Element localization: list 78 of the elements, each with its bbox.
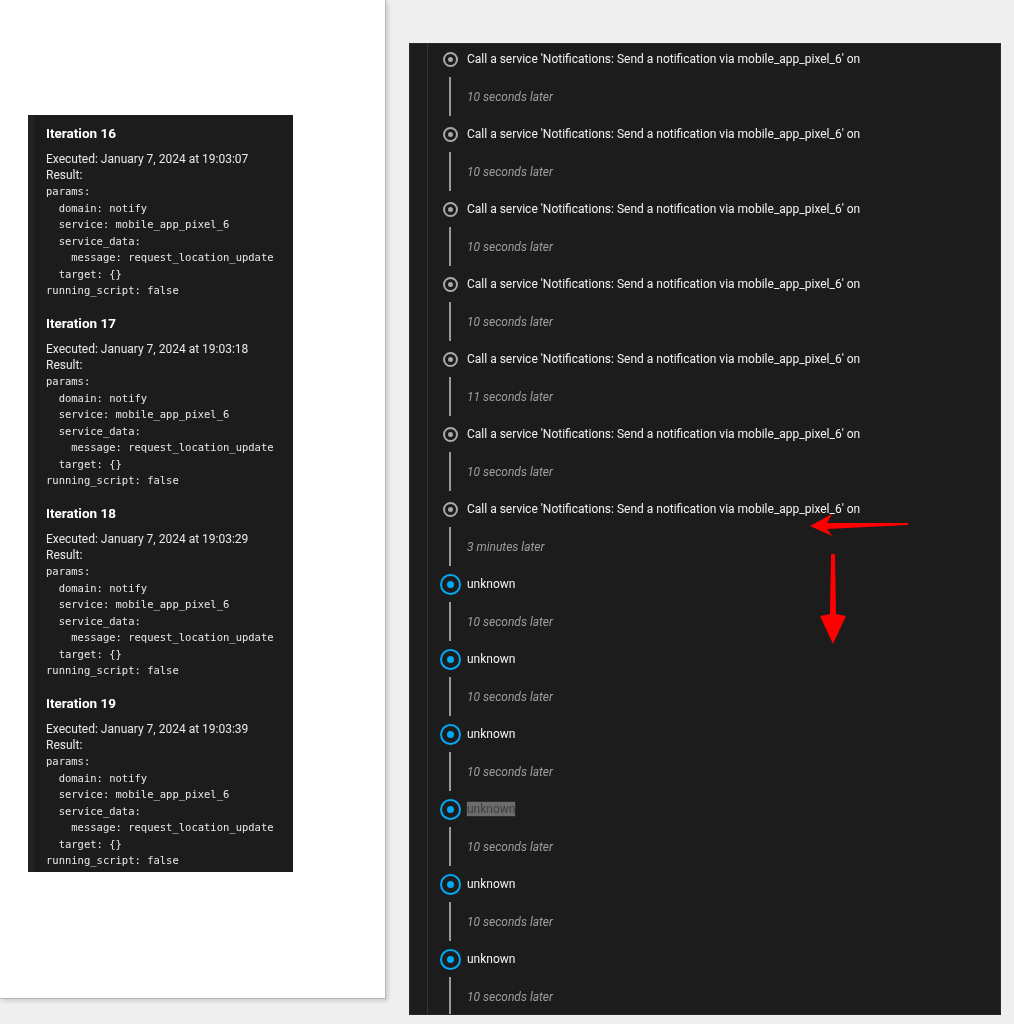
state-marker-icon [439, 723, 461, 745]
step-label[interactable]: Call a service 'Notifications: Send a notification via mobile_app_pixel_6' on [467, 277, 861, 291]
step-label[interactable]: Call a service 'Notifications: Send a notification via mobile_app_pixel_6' on [467, 352, 861, 366]
result-line: domain: notify [57, 770, 148, 786]
delay-text: 10 seconds later [467, 914, 555, 929]
step-label[interactable]: Call a service 'Notifications: Send a notification via mobile_app_pixel_6' on [467, 52, 861, 66]
result-line: message: request_location_update [70, 440, 274, 456]
delay-text: 10 seconds later [467, 239, 555, 254]
delay-text: 10 seconds later [467, 689, 555, 704]
result-line: service: mobile_app_pixel_6 [57, 407, 230, 423]
result-line: message: request_location_update [70, 820, 274, 836]
result-line: running_script: false [46, 283, 179, 299]
delay-text: 10 seconds later [467, 464, 555, 479]
executed-time: Executed: January 7, 2024 at 19:03:07 [46, 151, 250, 167]
result-label: Result: [46, 357, 84, 373]
state-marker-icon [439, 648, 461, 670]
result-line: params: [46, 374, 91, 389]
iteration-title: Iteration 17 [46, 314, 117, 333]
result-line: service: mobile_app_pixel_6 [57, 787, 230, 803]
result-line: params: [46, 754, 91, 769]
step-marker-icon [442, 51, 458, 67]
state-label[interactable]: unknown [467, 727, 516, 741]
executed-time: Executed: January 7, 2024 at 19:03:39 [46, 721, 250, 737]
step-marker-icon [442, 276, 458, 292]
step-label[interactable]: Call a service 'Notifications: Send a notification via mobile_app_pixel_6' on [467, 427, 861, 441]
step-marker-icon [442, 501, 458, 517]
delay-text: 10 seconds later [467, 989, 555, 1004]
result-line: target: {} [57, 646, 122, 662]
delay-text: 10 seconds later [467, 164, 555, 179]
delay-text: 10 seconds later [467, 314, 555, 329]
result-line: message: request_location_update [70, 630, 274, 646]
state-label[interactable]: unknown [467, 577, 516, 591]
state-label[interactable]: unknown [467, 952, 516, 966]
result-line: service: mobile_app_pixel_6 [57, 597, 230, 613]
result-line: running_script: false [46, 853, 179, 869]
result-line: target: {} [57, 456, 122, 472]
result-label: Result: [46, 547, 84, 563]
step-label[interactable]: Call a service 'Notifications: Send a notification via mobile_app_pixel_6' on [467, 127, 861, 141]
result-line: domain: notify [57, 200, 148, 216]
state-marker-icon [439, 798, 461, 820]
result-line: params: [46, 184, 91, 199]
iteration-title: Iteration 16 [46, 124, 117, 143]
step-marker-icon [442, 201, 458, 217]
result-line: service_data: [57, 803, 141, 819]
result-line: service_data: [57, 233, 141, 249]
result-line: service: mobile_app_pixel_6 [57, 217, 230, 233]
executed-time: Executed: January 7, 2024 at 19:03:18 [46, 341, 250, 357]
result-line: service_data: [57, 613, 141, 629]
result-line: params: [46, 564, 91, 579]
result-line: domain: notify [57, 390, 148, 406]
result-line: domain: notify [57, 580, 148, 596]
step-marker-icon [442, 351, 458, 367]
state-label[interactable]: unknown [467, 877, 516, 891]
result-line: target: {} [57, 266, 122, 282]
result-line: service_data: [57, 423, 141, 439]
step-marker-icon [442, 426, 458, 442]
state-marker-icon [439, 573, 461, 595]
delay-text: 10 seconds later [467, 764, 555, 779]
delay-text: 11 seconds later [467, 389, 555, 404]
iteration-title: Iteration 18 [46, 504, 117, 523]
step-marker-icon [442, 126, 458, 142]
step-label[interactable]: Call a service 'Notifications: Send a notification via mobile_app_pixel_6' on [467, 502, 861, 516]
state-marker-icon [439, 948, 461, 970]
result-label: Result: [46, 737, 84, 753]
result-line: message: request_location_update [70, 250, 274, 266]
delay-text: 3 minutes later [467, 539, 546, 554]
result-line: target: {} [57, 836, 122, 852]
step-label[interactable]: Call a service 'Notifications: Send a notification via mobile_app_pixel_6' on [467, 202, 861, 216]
delay-text: 10 seconds later [467, 839, 555, 854]
iteration-title: Iteration 19 [46, 694, 117, 713]
state-marker-icon [439, 873, 461, 895]
result-label: Result: [46, 167, 84, 183]
executed-time: Executed: January 7, 2024 at 19:03:29 [46, 531, 250, 547]
delay-text: 10 seconds later [467, 89, 555, 104]
result-line: running_script: false [46, 473, 179, 489]
delay-text: 10 seconds later [467, 614, 555, 629]
result-line: running_script: false [46, 663, 179, 679]
state-label[interactable]: unknown [467, 652, 516, 666]
